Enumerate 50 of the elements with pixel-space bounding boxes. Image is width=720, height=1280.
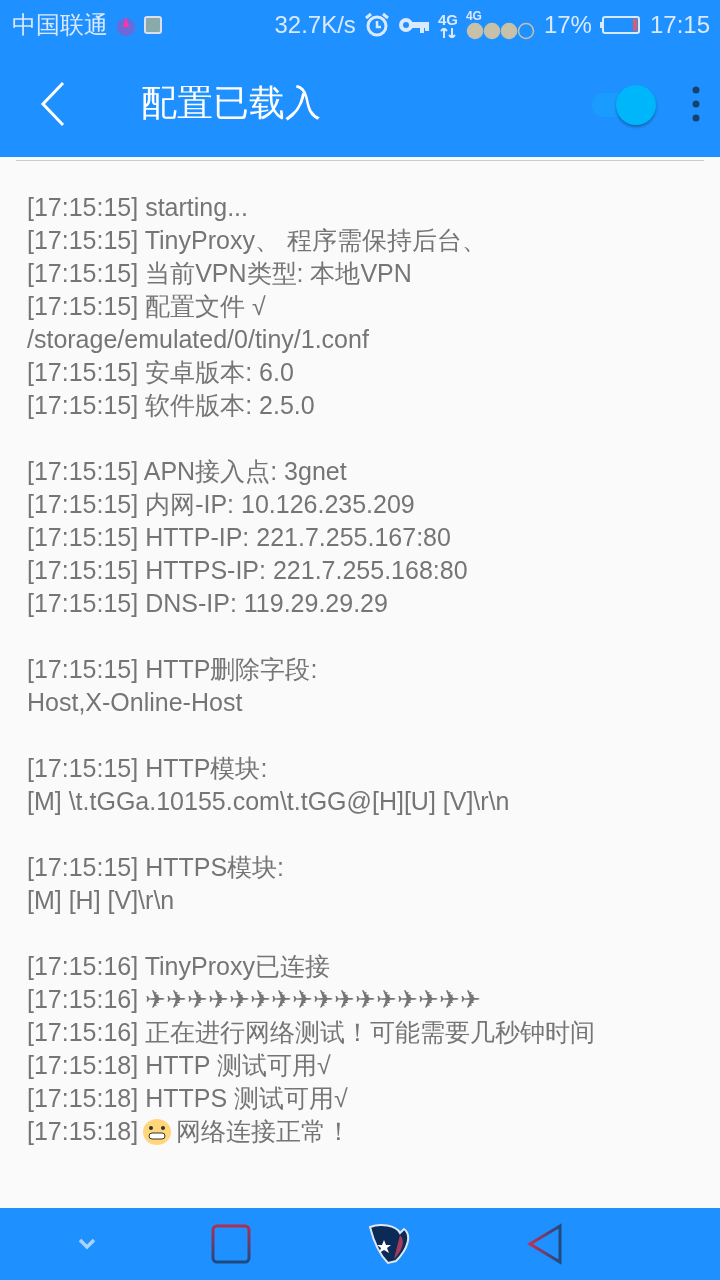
log-line: [17:15:15] 软件版本: 2.5.0 [27,390,315,421]
log-line: [17:15:16] 正在进行网络测试！可能需要几秒钟时间 [27,1017,596,1048]
log-line: [17:15:15] 内网-IP: 10.126.235.209 [27,489,415,520]
log-line: [M] \t.tGGa.10155.com\t.tGG@[H][U] [V]\r\n [27,786,510,817]
log-line: [M] [H] [V]\r\n [27,885,175,916]
alarm-icon [363,12,390,38]
network-type: 4G [465,10,483,22]
log-line: [17:15:15] HTTP删除字段: [27,654,318,685]
log-line: 网络连接正常！ [176,1116,352,1147]
battery-icon [599,15,642,35]
log-line: [17:15:15] 安卓版本: 6.0 [27,357,294,388]
log-line: [17:15:16] ✈✈✈✈✈✈✈✈✈✈✈✈✈✈✈✈ [27,984,482,1015]
log-line: [17:15:18] HTTP 测试可用√ [27,1050,331,1081]
log-line: [17:15:15] APN接入点: 3gnet [27,456,347,487]
image-icon [144,16,162,34]
network-type: 4G [437,12,458,28]
log-line: [17:15:15] 配置文件 √ [27,291,266,322]
signal-icon [465,22,536,40]
log-line: [17:15:16] TinyProxy已连接 [27,951,330,982]
back-icon [40,80,66,127]
battery-percent: 17% [543,11,592,39]
log-line: [17:15:18] HTTPS 测试可用√ [27,1083,348,1114]
log-line: /storage/emulated/0/tiny/1.conf [27,324,369,355]
back-nav-button[interactable] [526,1223,563,1265]
triangle-back-icon [526,1223,563,1265]
log-line: [17:15:15] HTTPS模块: [27,852,285,883]
square-icon [210,1224,251,1264]
log-line: [17:15:18] [27,1116,139,1147]
toggle-switch[interactable] [592,83,656,124]
clock-time: 17:15 [649,11,710,39]
page-title: 配置已载入 [141,81,322,125]
key-icon [397,15,430,35]
back-button[interactable] [40,80,66,127]
chevron-down-icon [77,1238,96,1250]
more-button[interactable] [692,85,700,122]
recents-button[interactable] [210,1224,251,1264]
grin-icon [142,1117,173,1146]
collapse-button[interactable] [77,1238,96,1250]
more-icon [692,85,700,122]
log-line: [17:15:15] starting... [27,192,248,223]
log-line: [17:15:15] TinyProxy、 程序需保持后台、 [27,225,487,256]
log-line: [17:15:15] HTTP模块: [27,753,268,784]
network-speed: 32.7K/s [274,11,356,39]
log-line: [17:15:15] DNS-IP: 119.29.29.29 [27,588,388,619]
data-arrows-icon [439,28,456,38]
log-line: [17:15:15] HTTPS-IP: 221.7.255.168:80 [27,555,468,586]
log-line: Host,X-Online-Host [27,687,243,718]
log-line: [17:15:15] 当前VPN类型: 本地VPN [27,258,412,289]
log-line: [17:15:15] HTTP-IP: 221.7.255.167:80 [27,522,451,553]
carrier-name: 中国联通 [12,10,108,40]
